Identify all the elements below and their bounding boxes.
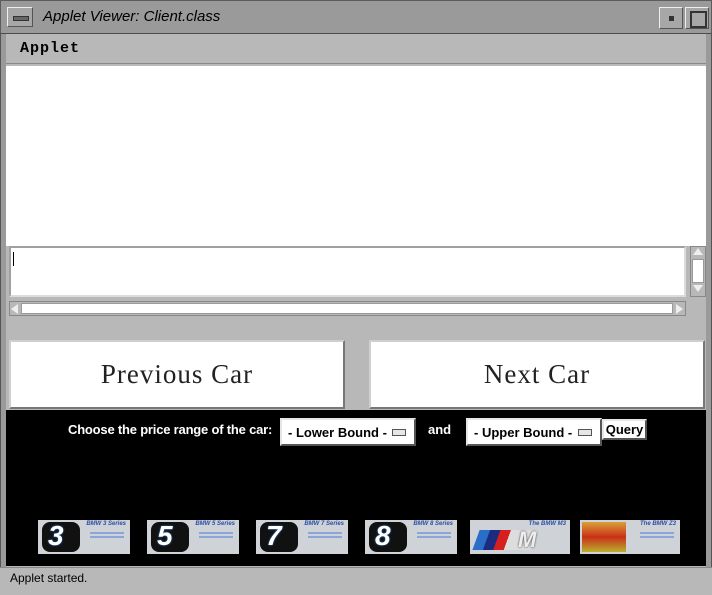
next-car-button[interactable]: Next Car [369,340,705,409]
series-number: 7 [266,520,282,551]
m-logo-letter: M [518,527,537,552]
thumbnail-caption: BMW 8 Series [413,521,453,527]
scroll-down-arrow-icon[interactable] [693,285,703,292]
caption-lines [90,532,124,534]
caption-lines [417,532,451,534]
thumbnail-bmw-7-series[interactable]: 7 BMW 7 Series [256,520,348,554]
window-titlebar[interactable]: Applet Viewer: Client.class [0,0,712,34]
lower-bound-select[interactable]: - Lower Bound - [280,418,416,446]
thumbnail-bmw-m3[interactable]: M The BMW M3 [470,520,570,554]
vertical-scroll-thumb[interactable] [692,259,704,283]
series-number: 3 [48,520,64,551]
menubar: Applet [6,34,706,64]
price-range-label: Choose the price range of the car: [68,422,273,437]
thumbnail-bmw-3-series[interactable]: 3 BMW 3 Series [38,520,130,554]
upper-bound-value: - Upper Bound - [474,425,573,440]
series-number: 5 [157,520,173,551]
text-caret [13,252,14,266]
window-menu-button[interactable] [7,7,33,27]
caption-lines [199,532,233,534]
thumbnail-bmw-5-series[interactable]: 5 BMW 5 Series [147,520,239,554]
scroll-right-arrow-icon[interactable] [676,304,683,314]
dropdown-indicator-icon [392,429,406,436]
previous-car-button[interactable]: Previous Car [9,340,345,409]
horizontal-scrollbar[interactable] [9,301,686,316]
car-image-area [6,66,706,246]
lower-bound-value: - Lower Bound - [288,425,387,440]
minimize-button[interactable] [659,7,683,29]
thumbnail-caption: BMW 3 Series [86,521,126,527]
thumbnail-caption: The BMW M3 [528,521,566,527]
series-number: 8 [375,520,391,551]
info-text-area[interactable] [9,246,686,297]
thumbnail-caption: The BMW Z3 [640,521,676,527]
status-bar: Applet started. [0,567,712,595]
caption-lines [640,532,674,534]
scroll-left-arrow-icon[interactable] [11,304,18,314]
vertical-scrollbar[interactable] [690,246,706,297]
window-frame-right [706,34,712,567]
thumbnail-caption: BMW 5 Series [195,521,235,527]
thumbnail-bmw-8-series[interactable]: 8 BMW 8 Series [365,520,457,554]
dropdown-indicator-icon [578,429,592,436]
query-panel: Choose the price range of the car: - Low… [6,410,706,566]
scroll-up-arrow-icon[interactable] [693,248,703,255]
upper-bound-select[interactable]: - Upper Bound - [466,418,602,446]
horizontal-scroll-thumb[interactable] [21,303,673,314]
caption-lines [308,532,342,534]
and-label: and [428,422,452,437]
query-button[interactable]: Query [602,419,647,440]
applet-menu[interactable]: Applet [20,40,80,57]
window-title: Applet Viewer: Client.class [43,8,221,25]
thumbnail-caption: BMW 7 Series [304,521,344,527]
z3-photo-image [582,522,626,552]
status-text: Applet started. [10,571,88,585]
thumbnail-bmw-z3[interactable]: The BMW Z3 [580,520,680,554]
maximize-button[interactable] [685,7,709,29]
